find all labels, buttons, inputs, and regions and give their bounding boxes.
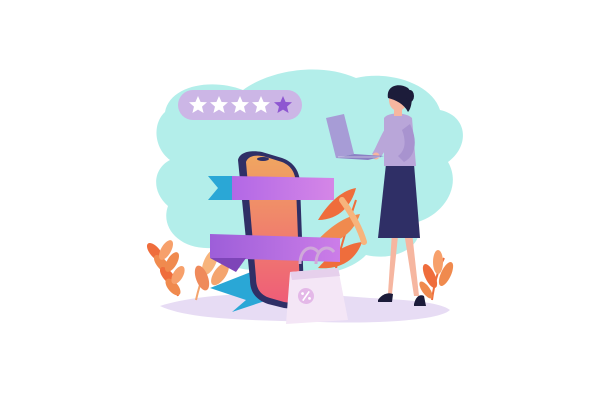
ribbon-top: [232, 176, 334, 200]
right-leaves: [419, 250, 454, 301]
ribbon-bottom: [210, 234, 340, 262]
rating-badge: [178, 90, 302, 120]
online-shopping-illustration: [146, 69, 463, 324]
